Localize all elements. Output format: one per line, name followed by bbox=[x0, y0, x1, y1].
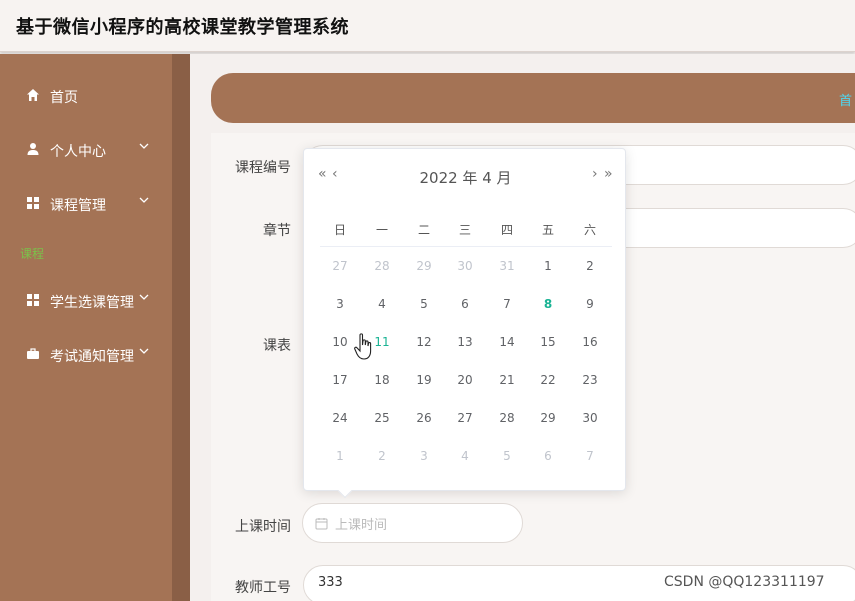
day-cell[interactable]: 14 bbox=[487, 335, 527, 349]
day-cell[interactable]: 20 bbox=[445, 373, 485, 387]
day-cell[interactable]: 7 bbox=[570, 449, 610, 463]
class-time-label: 上课时间 bbox=[235, 519, 291, 535]
weekday-header: 一 bbox=[375, 223, 388, 237]
schedule-label: 课表 bbox=[263, 338, 291, 354]
hand-cursor-icon bbox=[354, 333, 372, 360]
breadcrumb-bar: 首 bbox=[211, 73, 855, 123]
day-cell[interactable]: 29 bbox=[528, 411, 568, 425]
chevron-down-icon bbox=[139, 294, 149, 300]
day-cell[interactable]: 22 bbox=[528, 373, 568, 387]
day-cell[interactable]: 1 bbox=[320, 449, 360, 463]
day-cell[interactable]: 25 bbox=[362, 411, 402, 425]
teacher-no-value: 333 bbox=[318, 575, 343, 590]
weekday-header: 三 bbox=[458, 223, 471, 237]
day-cell[interactable]: 5 bbox=[487, 449, 527, 463]
sidebar-item-label: 课程管理 bbox=[50, 198, 106, 214]
next-year-button[interactable]: » bbox=[604, 166, 613, 182]
day-cell[interactable]: 3 bbox=[404, 449, 444, 463]
day-cell[interactable]: 4 bbox=[445, 449, 485, 463]
day-cell[interactable]: 19 bbox=[404, 373, 444, 387]
date-picker-popup: « ‹ 2022 年 4 月 › » 日一二三四五六 27 28 29 30 31 1 2 3… bbox=[303, 148, 626, 499]
day-cell[interactable]: 27 bbox=[320, 259, 360, 273]
grid-icon bbox=[27, 294, 39, 306]
sidebar-item-exam-notice[interactable]: 考试通知管理 bbox=[0, 335, 172, 375]
app-title: 基于微信小程序的高校课堂教学管理系统 bbox=[16, 17, 349, 38]
day-cell[interactable]: 5 bbox=[404, 297, 444, 311]
weekday-header: 五 bbox=[541, 223, 554, 237]
next-month-button[interactable]: › bbox=[592, 166, 598, 182]
sidebar-item-personal-center[interactable]: 个人中心 bbox=[0, 130, 172, 170]
teacher-no-label: 教师工号 bbox=[235, 580, 291, 596]
day-cell[interactable]: 30 bbox=[570, 411, 610, 425]
home-icon bbox=[27, 89, 39, 101]
day-cell[interactable]: 28 bbox=[487, 411, 527, 425]
sidebar-item-student-course-selection[interactable]: 学生选课管理 bbox=[0, 281, 172, 321]
sidebar-edge bbox=[172, 54, 190, 601]
sidebar-item-home[interactable]: 首页 bbox=[0, 76, 172, 116]
weekday-header: 六 bbox=[583, 223, 596, 237]
weekday-header: 二 bbox=[417, 223, 430, 237]
day-cell[interactable]: 9 bbox=[570, 297, 610, 311]
day-cell[interactable]: 31 bbox=[487, 259, 527, 273]
day-cell[interactable]: 13 bbox=[445, 335, 485, 349]
day-cell[interactable]: 21 bbox=[487, 373, 527, 387]
briefcase-icon bbox=[27, 348, 39, 359]
picker-divider bbox=[320, 246, 612, 247]
day-cell[interactable]: 3 bbox=[320, 297, 360, 311]
sidebar-item-label: 考试通知管理 bbox=[50, 349, 134, 365]
day-cell[interactable]: 7 bbox=[487, 297, 527, 311]
day-cell[interactable]: 29 bbox=[404, 259, 444, 273]
sidebar-item-label: 个人中心 bbox=[50, 144, 106, 160]
day-cell[interactable]: 16 bbox=[570, 335, 610, 349]
class-time-placeholder: 上课时间 bbox=[335, 518, 388, 533]
csdn-watermark: CSDN @QQ123311197 bbox=[664, 574, 825, 590]
chevron-down-icon bbox=[139, 348, 149, 354]
chevron-down-icon bbox=[139, 143, 149, 149]
course-no-label: 课程编号 bbox=[235, 160, 291, 176]
day-cell[interactable]: 24 bbox=[320, 411, 360, 425]
day-cell[interactable]: 28 bbox=[362, 259, 402, 273]
sidebar-item-label: 首页 bbox=[50, 90, 78, 106]
day-cell[interactable]: 2 bbox=[570, 259, 610, 273]
top-header-bar: 基于微信小程序的高校课堂教学管理系统 bbox=[0, 0, 855, 52]
day-cell[interactable]: 23 bbox=[570, 373, 610, 387]
day-cell[interactable]: 2 bbox=[362, 449, 402, 463]
picker-header: 2022 年 4 月 bbox=[419, 169, 512, 187]
day-cell[interactable]: 15 bbox=[528, 335, 568, 349]
chevron-down-icon bbox=[139, 197, 149, 203]
class-time-input[interactable]: 上课时间 bbox=[302, 503, 523, 543]
grid-icon bbox=[27, 197, 39, 209]
breadcrumb[interactable]: 首 bbox=[839, 90, 852, 109]
day-cell[interactable]: 27 bbox=[445, 411, 485, 425]
user-icon bbox=[27, 143, 39, 155]
sidebar-item-label: 学生选课管理 bbox=[50, 295, 134, 311]
day-cell[interactable]: 18 bbox=[362, 373, 402, 387]
day-cell[interactable]: 17 bbox=[320, 373, 360, 387]
day-cell[interactable]: 6 bbox=[528, 449, 568, 463]
sidebar: 首页 个人中心 课程管理 学生选课管理 考试通知管理 bbox=[0, 54, 172, 601]
calendar-icon bbox=[315, 518, 328, 530]
day-cell[interactable]: 1 bbox=[528, 259, 568, 273]
day-cell[interactable]: 12 bbox=[404, 335, 444, 349]
sidebar-subitem-course[interactable]: 课程 bbox=[20, 245, 44, 262]
weekday-header: 四 bbox=[500, 223, 513, 237]
chapter-label: 章节 bbox=[263, 223, 291, 239]
day-cell[interactable]: 30 bbox=[445, 259, 485, 273]
sidebar-item-course-management[interactable]: 课程管理 bbox=[0, 184, 172, 224]
day-cell[interactable]: 4 bbox=[362, 297, 402, 311]
weekday-header: 日 bbox=[333, 223, 346, 237]
day-cell[interactable]: 6 bbox=[445, 297, 485, 311]
day-cell-today[interactable]: 8 bbox=[528, 297, 568, 311]
day-cell[interactable]: 26 bbox=[404, 411, 444, 425]
